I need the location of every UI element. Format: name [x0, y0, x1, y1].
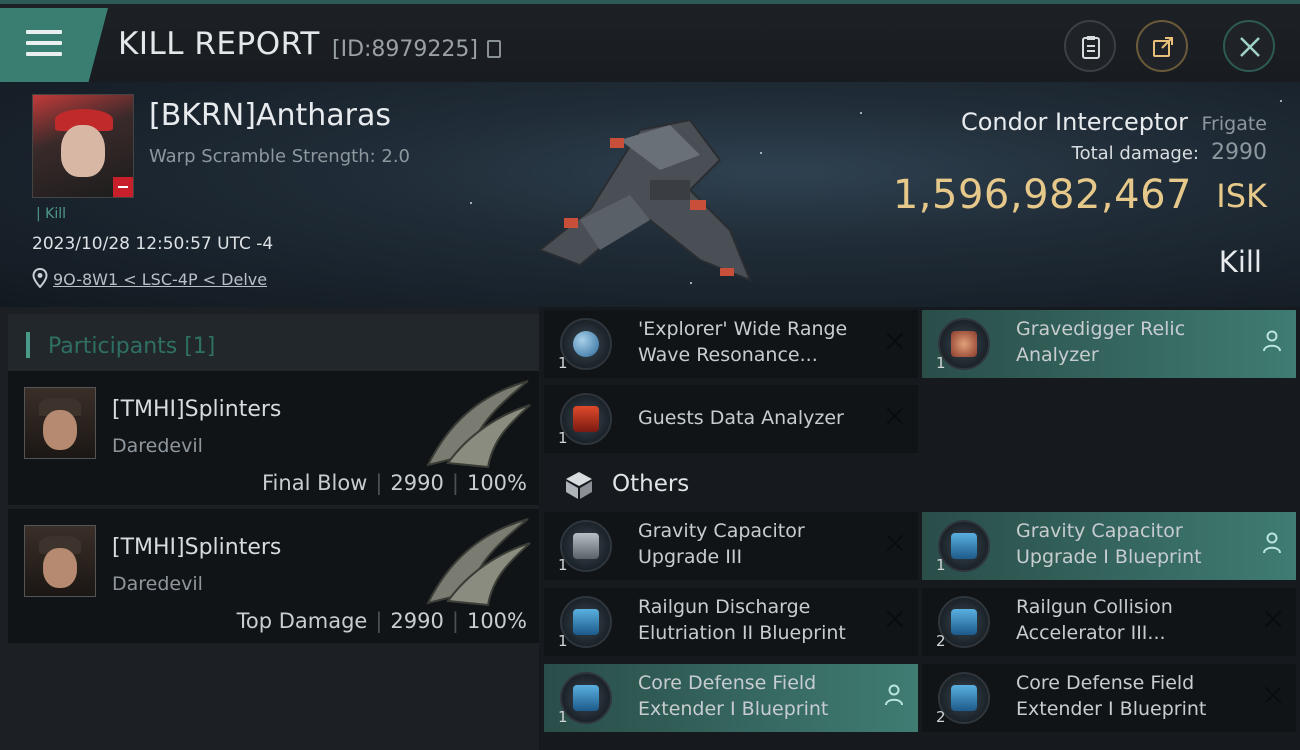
- participant-row[interactable]: [TMHI]Splinters Daredevil Final Blow | 299…: [8, 371, 539, 505]
- blueprint-icon: [938, 672, 990, 724]
- item-row[interactable]: 2 Railgun Collision Accelerator III...: [922, 588, 1296, 656]
- participant-stats: Top Damage | 2990 | 100%: [236, 609, 527, 633]
- participant-stats: Final Blow | 2990 | 100%: [262, 471, 527, 495]
- share-icon: [1153, 37, 1173, 57]
- participant-ship: Daredevil: [112, 573, 203, 595]
- relic-analyzer-icon: [938, 318, 990, 370]
- star-decoration: [1280, 100, 1282, 102]
- item-quantity: 1: [558, 708, 568, 726]
- ship-image[interactable]: [520, 100, 780, 290]
- kill-location-link[interactable]: 9O-8W1 < LSC-4P < Delve: [53, 270, 267, 289]
- hamburger-icon: [26, 30, 62, 56]
- participants-header: Participants [1]: [8, 314, 539, 374]
- menu-button[interactable]: [0, 8, 108, 82]
- blueprint-icon: [560, 672, 612, 724]
- item-name: Gravity Capacitor Upgrade III: [638, 520, 805, 568]
- participant-ship: Daredevil: [112, 435, 203, 457]
- participant-name[interactable]: [TMHI]Splinters: [112, 397, 281, 422]
- ship-name[interactable]: Condor Interceptor: [961, 108, 1188, 136]
- item-name: Railgun Discharge Elutriation II Bluepri…: [638, 596, 846, 644]
- copy-icon[interactable]: [487, 40, 501, 58]
- item-row[interactable]: 2 Core Defense Field Extender I Blueprin…: [922, 664, 1296, 732]
- total-damage-label: Total damage:: [1071, 143, 1199, 164]
- item-name: Core Defense Field Extender I Blueprint: [638, 672, 829, 720]
- page-title: KILL REPORT: [118, 26, 320, 62]
- victim-portrait[interactable]: [32, 94, 134, 198]
- item-name: Gravedigger Relic Analyzer: [1016, 318, 1186, 366]
- destroyed-x-icon: [884, 405, 906, 427]
- kill-tag: | Kill: [36, 206, 67, 222]
- item-row[interactable]: 1 'Explorer' Wide Range Wave Resonance..…: [544, 310, 918, 378]
- item-quantity: 1: [558, 632, 568, 650]
- item-quantity: 1: [558, 354, 568, 372]
- participant-name[interactable]: [TMHI]Splinters: [112, 535, 281, 560]
- item-quantity: 1: [558, 556, 568, 574]
- item-row[interactable]: 1 Gravity Capacitor Upgrade I Blueprint: [922, 512, 1296, 580]
- others-title: Others: [612, 471, 690, 497]
- person-icon: [1263, 532, 1281, 554]
- participants-title: Participants [1]: [48, 334, 216, 359]
- item-row[interactable]: 1 Core Defense Field Extender I Blueprin…: [544, 664, 918, 732]
- others-section-header: Others: [544, 462, 918, 508]
- participant-avatar[interactable]: [24, 387, 96, 459]
- item-name: Guests Data Analyzer: [638, 407, 844, 429]
- item-quantity: 2: [936, 632, 946, 650]
- data-analyzer-icon: [560, 393, 612, 445]
- item-quantity: 2: [936, 708, 946, 726]
- cube-icon: [566, 472, 592, 499]
- victim-name[interactable]: [BKRN]Antharas: [149, 98, 391, 133]
- destroyed-x-icon: [1262, 684, 1284, 706]
- person-icon: [1263, 330, 1281, 352]
- location-pin-icon: [32, 268, 48, 288]
- capacitor-icon: [560, 520, 612, 572]
- kill-timestamp: 2023/10/28 12:50:57 UTC -4: [32, 234, 274, 254]
- participant-row[interactable]: [TMHI]Splinters Daredevil Top Damage | 299…: [8, 509, 539, 643]
- destroyed-x-icon: [884, 330, 906, 352]
- destroyed-x-icon: [884, 532, 906, 554]
- minus-badge-icon: [113, 177, 133, 197]
- destroyed-x-icon: [1262, 608, 1284, 630]
- item-quantity: 1: [936, 354, 946, 372]
- clipboard-button[interactable]: [1064, 20, 1116, 72]
- globe-icon: [560, 318, 612, 370]
- item-name: Railgun Collision Accelerator III...: [1016, 596, 1173, 644]
- close-icon: [1240, 37, 1260, 57]
- blueprint-icon: [938, 596, 990, 648]
- ship-class: Frigate: [1201, 113, 1267, 135]
- warp-scramble-strength: Warp Scramble Strength: 2.0: [149, 146, 411, 167]
- blueprint-icon: [938, 520, 990, 572]
- close-button[interactable]: [1223, 20, 1275, 72]
- item-name: Core Defense Field Extender I Blueprint: [1016, 672, 1207, 720]
- kill-type-label: Kill: [1218, 245, 1262, 279]
- participants-panel: Participants [1] [TMHI]Splinters Daredev…: [0, 307, 539, 750]
- item-row[interactable]: 1 Gravity Capacitor Upgrade III: [544, 512, 918, 580]
- participant-ship-image: [426, 518, 531, 607]
- item-quantity: 1: [558, 429, 568, 447]
- item-row[interactable]: 1 Gravedigger Relic Analyzer: [922, 310, 1296, 378]
- total-damage-value: 2990: [1211, 140, 1267, 165]
- clipboard-icon: [1082, 36, 1100, 59]
- item-name: 'Explorer' Wide Range Wave Resonance...: [638, 318, 848, 366]
- blueprint-icon: [560, 596, 612, 648]
- isk-unit: ISK: [1216, 177, 1267, 215]
- destroyed-x-icon: [884, 608, 906, 630]
- item-name: Gravity Capacitor Upgrade I Blueprint: [1016, 520, 1202, 568]
- item-row[interactable]: 1 Guests Data Analyzer: [544, 385, 918, 453]
- isk-value: 1,596,982,467: [892, 172, 1192, 218]
- participant-avatar[interactable]: [24, 525, 96, 597]
- star-decoration: [470, 202, 472, 204]
- participant-ship-image: [426, 380, 531, 469]
- share-button[interactable]: [1136, 20, 1188, 72]
- item-quantity: 1: [936, 556, 946, 574]
- kill-summary-banner: [BKRN]Antharas Warp Scramble Strength: 2…: [0, 82, 1300, 307]
- star-decoration: [860, 112, 862, 114]
- item-row[interactable]: 1 Railgun Discharge Elutriation II Bluep…: [544, 588, 918, 656]
- person-icon: [885, 684, 903, 706]
- report-id: [ID:8979225]: [332, 37, 478, 62]
- top-bar: KILL REPORT [ID:8979225]: [0, 0, 1300, 82]
